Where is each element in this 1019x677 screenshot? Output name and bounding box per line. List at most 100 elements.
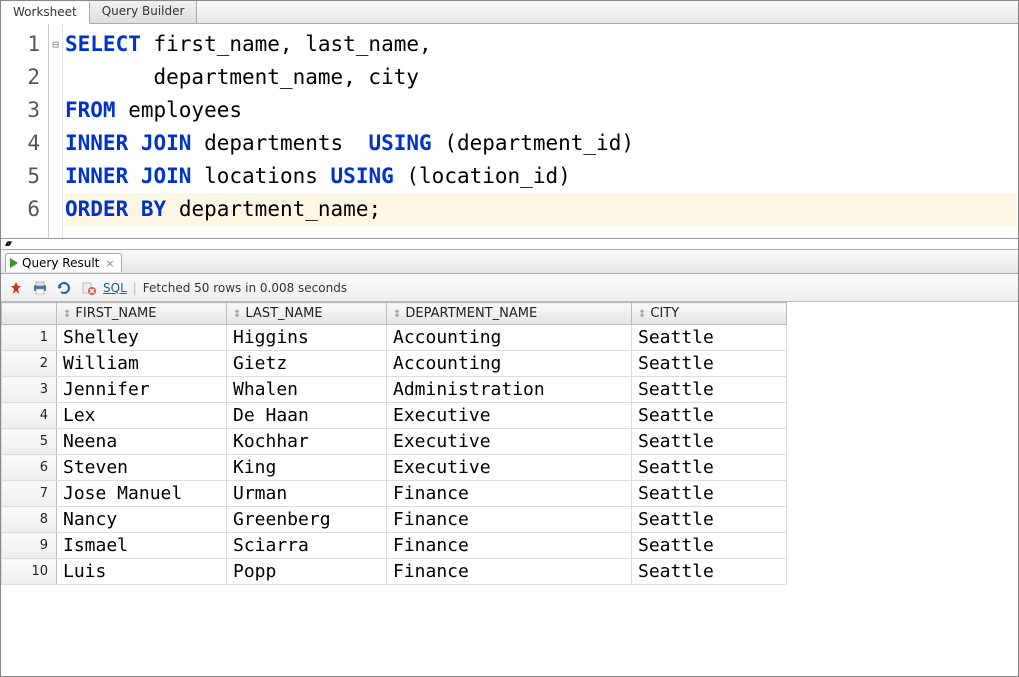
cell[interactable]: Seattle — [632, 533, 787, 559]
cell[interactable]: Steven — [57, 455, 227, 481]
rownum-header[interactable] — [2, 303, 57, 325]
results-grid[interactable]: ⇕FIRST_NAME⇕LAST_NAME ⇕ DEPARTMENT_NAME ⇕CI… — [1, 302, 1018, 585]
keyword: USING — [331, 164, 394, 188]
table-row[interactable]: 9IsmaelSciarraFinanceSeattle — [2, 533, 787, 559]
result-tab-label: Query Result — [22, 256, 99, 270]
table-row[interactable]: 8NancyGreenbergFinanceSeattle — [2, 507, 787, 533]
keyword: ORDER — [65, 197, 128, 221]
table-row[interactable]: 7Jose ManuelUrmanFinanceSeattle — [2, 481, 787, 507]
editor-tabs: Worksheet Query Builder — [1, 1, 1018, 24]
cell[interactable]: Neena — [57, 429, 227, 455]
code-line[interactable]: INNER JOIN departments USING (department… — [65, 127, 1016, 160]
pin-icon[interactable] — [7, 279, 25, 297]
code-line[interactable]: SELECT first_name, last_name, — [65, 28, 1016, 61]
cell[interactable]: Jennifer — [57, 377, 227, 403]
close-icon[interactable]: × — [105, 257, 114, 270]
column-header[interactable]: ⇕ DEPARTMENT_NAME — [387, 303, 632, 325]
fold-column[interactable]: ⊟ — [49, 24, 63, 238]
print-icon[interactable] — [31, 279, 49, 297]
cell[interactable]: Finance — [387, 481, 632, 507]
cell[interactable]: Accounting — [387, 325, 632, 351]
column-header[interactable]: ⇕FIRST_NAME — [57, 303, 227, 325]
code-area[interactable]: SELECT first_name, last_name, department… — [63, 24, 1018, 238]
cell[interactable]: Finance — [387, 507, 632, 533]
fold-spacer — [49, 160, 62, 193]
cell[interactable]: Lex — [57, 403, 227, 429]
sql-link[interactable]: SQL — [103, 281, 127, 295]
tab-query-result[interactable]: Query Result × — [5, 253, 122, 272]
column-header[interactable]: ⇕LAST_NAME — [227, 303, 387, 325]
code-line[interactable]: INNER JOIN locations USING (location_id) — [65, 160, 1016, 193]
line-number: 5 — [1, 160, 40, 193]
column-label: CITY — [650, 306, 679, 321]
cell[interactable]: William — [57, 351, 227, 377]
code-text: departments — [191, 131, 368, 155]
keyword: BY — [141, 197, 166, 221]
column-header[interactable]: ⇕CITY — [632, 303, 787, 325]
row-number: 1 — [2, 325, 57, 351]
keyword: SELECT — [65, 32, 141, 56]
cell[interactable]: Seattle — [632, 403, 787, 429]
delete-icon[interactable] — [79, 279, 97, 297]
cell[interactable]: Kochhar — [227, 429, 387, 455]
tab-worksheet[interactable]: Worksheet — [1, 2, 90, 24]
cell[interactable]: De Haan — [227, 403, 387, 429]
row-number: 6 — [2, 455, 57, 481]
table-row[interactable]: 2WilliamGietzAccountingSeattle — [2, 351, 787, 377]
cell[interactable]: Nancy — [57, 507, 227, 533]
tab-query-builder[interactable]: Query Builder — [90, 1, 198, 23]
code-text: (location_id) — [394, 164, 571, 188]
line-gutter: 123456 — [1, 24, 49, 238]
cell[interactable]: Executive — [387, 403, 632, 429]
table-row[interactable]: 6StevenKingExecutiveSeattle — [2, 455, 787, 481]
cell[interactable]: Seattle — [632, 325, 787, 351]
cell[interactable]: Sciarra — [227, 533, 387, 559]
table-row[interactable]: 1ShelleyHigginsAccountingSeattle — [2, 325, 787, 351]
cell[interactable]: Accounting — [387, 351, 632, 377]
cell[interactable]: Executive — [387, 429, 632, 455]
cell[interactable]: Jose Manuel — [57, 481, 227, 507]
cell[interactable]: Seattle — [632, 377, 787, 403]
line-number: 4 — [1, 127, 40, 160]
cell[interactable]: Administration — [387, 377, 632, 403]
cell[interactable]: Seattle — [632, 559, 787, 585]
cell[interactable]: Popp — [227, 559, 387, 585]
sort-icon: ⇕ — [393, 309, 401, 320]
cell[interactable]: Seattle — [632, 351, 787, 377]
code-text: employees — [116, 98, 242, 122]
cell[interactable]: Seattle — [632, 507, 787, 533]
sql-editor[interactable]: 123456 ⊟ SELECT first_name, last_name, d… — [1, 24, 1018, 239]
column-label: DEPARTMENT_NAME — [405, 306, 537, 321]
cell[interactable]: Seattle — [632, 455, 787, 481]
table-row[interactable]: 3JenniferWhalenAdministrationSeattle — [2, 377, 787, 403]
row-number: 9 — [2, 533, 57, 559]
cell[interactable]: Gietz — [227, 351, 387, 377]
row-number: 2 — [2, 351, 57, 377]
fold-spacer — [49, 61, 62, 94]
cell[interactable]: Ismael — [57, 533, 227, 559]
table-row[interactable]: 10LuisPoppFinanceSeattle — [2, 559, 787, 585]
fold-toggle-icon[interactable]: ⊟ — [49, 28, 62, 61]
code-line[interactable]: department_name, city — [65, 61, 1016, 94]
cell[interactable]: Urman — [227, 481, 387, 507]
cell[interactable]: Finance — [387, 559, 632, 585]
cell[interactable]: Whalen — [227, 377, 387, 403]
cell[interactable]: Shelley — [57, 325, 227, 351]
fold-spacer — [49, 193, 62, 226]
cell[interactable]: Seattle — [632, 429, 787, 455]
refresh-icon[interactable] — [55, 279, 73, 297]
table-row[interactable]: 5NeenaKochharExecutiveSeattle — [2, 429, 787, 455]
cell[interactable]: Greenberg — [227, 507, 387, 533]
table-row[interactable]: 4LexDe HaanExecutiveSeattle — [2, 403, 787, 429]
code-line[interactable]: FROM employees — [65, 94, 1016, 127]
cell[interactable]: Finance — [387, 533, 632, 559]
cell[interactable]: Seattle — [632, 481, 787, 507]
cell[interactable]: King — [227, 455, 387, 481]
result-toolbar: SQL | Fetched 50 rows in 0.008 seconds — [1, 274, 1018, 302]
cell[interactable]: Higgins — [227, 325, 387, 351]
results-table: ⇕FIRST_NAME⇕LAST_NAME ⇕ DEPARTMENT_NAME ⇕CI… — [1, 302, 787, 585]
cell[interactable]: Executive — [387, 455, 632, 481]
code-line[interactable]: ORDER BY department_name; — [65, 193, 1016, 226]
cell[interactable]: Luis — [57, 559, 227, 585]
splitter[interactable]: ▴▾ — [1, 239, 1018, 249]
